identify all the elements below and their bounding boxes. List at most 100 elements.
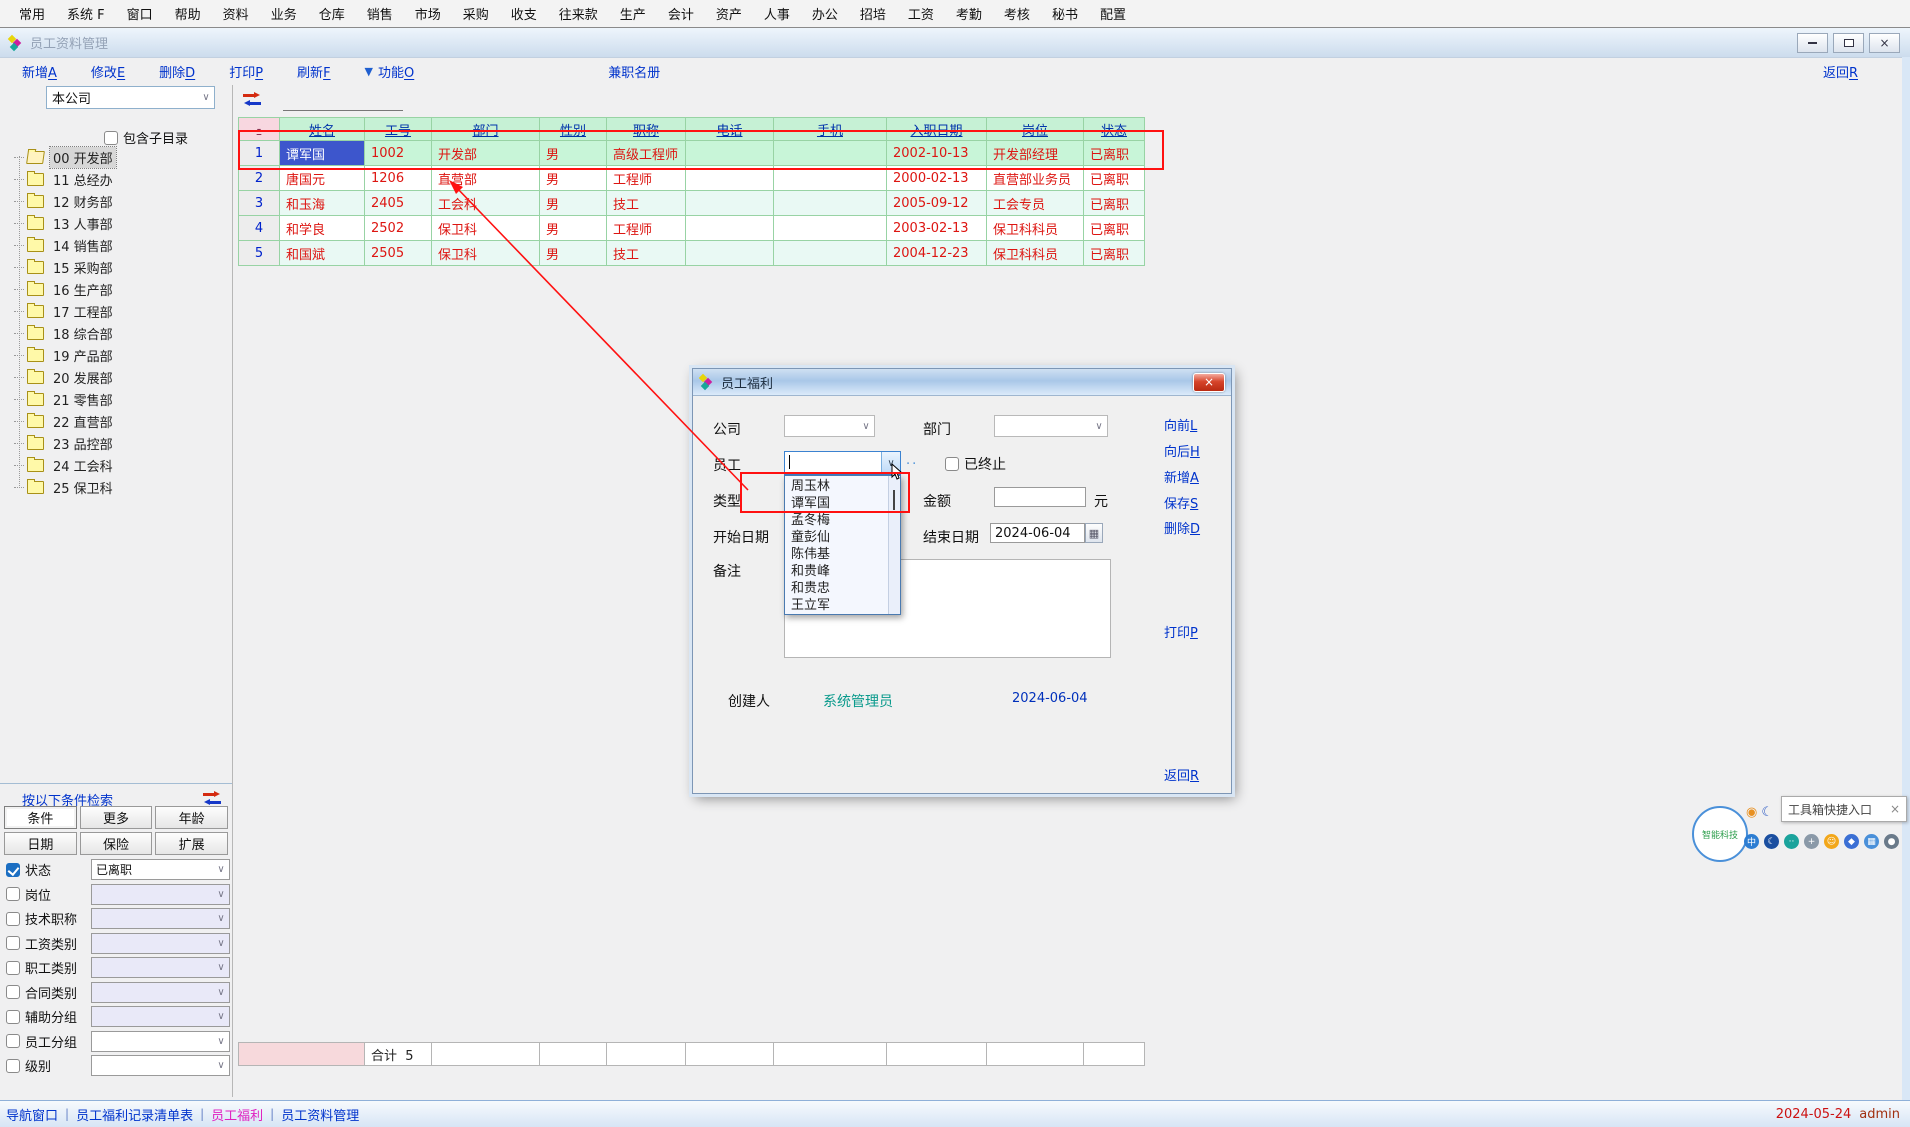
- table-row[interactable]: 5和国斌2505保卫科男技工2004-12-23保卫科科员已离职: [238, 241, 1145, 266]
- column-header[interactable]: 职称: [607, 117, 686, 141]
- toolbar-button[interactable]: 刷新F: [297, 62, 331, 81]
- dialog-company-combo[interactable]: ∨: [784, 415, 875, 437]
- tree-item[interactable]: 15 采购部: [14, 256, 226, 278]
- filter-combo[interactable]: ∨: [91, 957, 230, 978]
- statusbar-item[interactable]: 员工资料管理: [281, 1105, 359, 1124]
- tree-item[interactable]: 20 发展部: [14, 366, 226, 388]
- end-date-input[interactable]: 2024-06-04: [990, 523, 1085, 543]
- tree-item[interactable]: 25 保卫科: [14, 476, 226, 498]
- refresh-sync-icon[interactable]: [243, 92, 261, 107]
- back-button[interactable]: 返回R: [1823, 62, 1858, 81]
- tooltip-close-icon[interactable]: ×: [1890, 802, 1900, 816]
- filter-tab-btn[interactable]: 更多: [80, 806, 153, 829]
- menu-item[interactable]: 资料: [212, 4, 260, 23]
- filter-combo[interactable]: ∨: [91, 982, 230, 1003]
- filter-tab-btn[interactable]: 条件: [4, 806, 77, 829]
- tree-item[interactable]: 12 财务部: [14, 190, 226, 212]
- filter-combo[interactable]: ∨: [91, 933, 230, 954]
- column-header[interactable]: -: [238, 117, 280, 141]
- dropdown-option[interactable]: 陈伟基: [785, 544, 900, 561]
- filter-tab-btn[interactable]: 保险: [80, 832, 153, 855]
- employee-combo[interactable]: ∨: [784, 451, 901, 475]
- filter-combo[interactable]: ∨: [91, 1006, 230, 1027]
- menu-item[interactable]: 采购: [452, 4, 500, 23]
- tree-item[interactable]: 11 总经办: [14, 168, 226, 190]
- table-row[interactable]: 4和学良2502保卫科男工程师2003-02-13保卫科科员已离职: [238, 216, 1145, 241]
- shield-icon[interactable]: ◆: [1844, 834, 1859, 849]
- filter-checkbox[interactable]: [6, 912, 20, 926]
- filter-combo[interactable]: ∨: [91, 1031, 230, 1052]
- tree-item[interactable]: 17 工程部: [14, 300, 226, 322]
- include-subfolders-checkbox[interactable]: [104, 131, 118, 145]
- toolbar-button[interactable]: 修改E: [91, 62, 125, 81]
- toolbar-button[interactable]: 打印P: [229, 62, 263, 81]
- column-header[interactable]: 部门: [432, 117, 540, 141]
- menu-item[interactable]: 市场: [404, 4, 452, 23]
- dialog-back-button[interactable]: 返回R: [1164, 765, 1199, 784]
- vendor-logo[interactable]: 智能科技: [1692, 806, 1748, 862]
- terminated-checkbox[interactable]: [945, 457, 959, 471]
- menu-item[interactable]: 会计: [657, 4, 705, 23]
- amount-input[interactable]: [994, 487, 1086, 507]
- menu-item[interactable]: 招培: [849, 4, 897, 23]
- dropdown-option[interactable]: 和贵忠: [785, 578, 900, 595]
- dialog-side-button[interactable]: 打印P: [1164, 622, 1198, 641]
- menu-item[interactable]: 配置: [1089, 4, 1137, 23]
- employee-more-button[interactable]: ··: [906, 457, 918, 472]
- statusbar-item[interactable]: 员工福利: [211, 1105, 263, 1124]
- menu-item[interactable]: 业务: [260, 4, 308, 23]
- menu-item[interactable]: 人事: [753, 4, 801, 23]
- menu-item[interactable]: 办公: [801, 4, 849, 23]
- dialog-side-button[interactable]: 新增A: [1164, 467, 1199, 486]
- filter-checkbox[interactable]: [6, 1010, 20, 1024]
- moon-icon[interactable]: ☾: [1761, 806, 1773, 819]
- tree-item[interactable]: 00 开发部: [14, 146, 226, 168]
- company-combo[interactable]: 本公司 ∨: [46, 86, 215, 109]
- menu-item[interactable]: 生产: [609, 4, 657, 23]
- tree-item[interactable]: 16 生产部: [14, 278, 226, 300]
- filter-checkbox[interactable]: [6, 1059, 20, 1073]
- column-header[interactable]: 岗位: [987, 117, 1084, 141]
- filter-tab-btn[interactable]: 年龄: [155, 806, 228, 829]
- column-header[interactable]: 姓名: [280, 117, 365, 141]
- cn-badge-icon[interactable]: 中: [1744, 834, 1759, 849]
- filter-combo[interactable]: ∨: [91, 908, 230, 929]
- dialog-side-button[interactable]: 向后H: [1164, 441, 1200, 460]
- dropdown-option[interactable]: 童彭仙: [785, 527, 900, 544]
- include-subfolders-option[interactable]: 包含子目录: [104, 128, 188, 147]
- tree-item[interactable]: 18 综合部: [14, 322, 226, 344]
- scrollbar-thumb[interactable]: [893, 490, 895, 510]
- dropdown-option[interactable]: 王立军: [785, 595, 900, 612]
- filter-checkbox[interactable]: [6, 985, 20, 999]
- dialog-side-button[interactable]: 向前L: [1164, 415, 1197, 434]
- menu-item[interactable]: 收支: [500, 4, 548, 23]
- dots-icon[interactable]: ··: [1784, 834, 1799, 849]
- dialog-close-button[interactable]: ×: [1193, 373, 1225, 392]
- menu-item[interactable]: 往来款: [548, 4, 609, 23]
- menu-item[interactable]: 帮助: [164, 4, 212, 23]
- filter-combo[interactable]: 已离职∨: [91, 859, 230, 880]
- filter-checkbox[interactable]: [6, 1034, 20, 1048]
- filter-sync-icon[interactable]: [203, 791, 221, 806]
- dropdown-option[interactable]: 谭军国: [785, 493, 900, 510]
- filter-checkbox[interactable]: [6, 936, 20, 950]
- menu-item[interactable]: 系统 F: [56, 4, 116, 23]
- menu-item[interactable]: 常用: [8, 4, 56, 23]
- lock-icon[interactable]: ●: [1884, 834, 1899, 849]
- statusbar-item[interactable]: 员工福利记录清单表: [76, 1105, 193, 1124]
- dropdown-option[interactable]: 孟冬梅: [785, 510, 900, 527]
- terminated-option[interactable]: 已终止: [945, 454, 1006, 474]
- function-button[interactable]: ▼功能O: [365, 62, 415, 81]
- filter-checkbox[interactable]: [6, 863, 20, 877]
- calendar-button[interactable]: ▦: [1085, 523, 1103, 543]
- parttime-roster-button[interactable]: 兼职名册: [608, 62, 660, 81]
- filter-tab-btn[interactable]: 扩展: [155, 832, 228, 855]
- tree-item[interactable]: 19 产品部: [14, 344, 226, 366]
- restore-button[interactable]: [1833, 33, 1864, 53]
- menu-item[interactable]: 销售: [356, 4, 404, 23]
- menu-item[interactable]: 考勤: [945, 4, 993, 23]
- tree-item[interactable]: 24 工会科: [14, 454, 226, 476]
- column-header[interactable]: 性别: [540, 117, 607, 141]
- dialog-title-bar[interactable]: 员工福利 ×: [693, 369, 1231, 396]
- filter-checkbox[interactable]: [6, 961, 20, 975]
